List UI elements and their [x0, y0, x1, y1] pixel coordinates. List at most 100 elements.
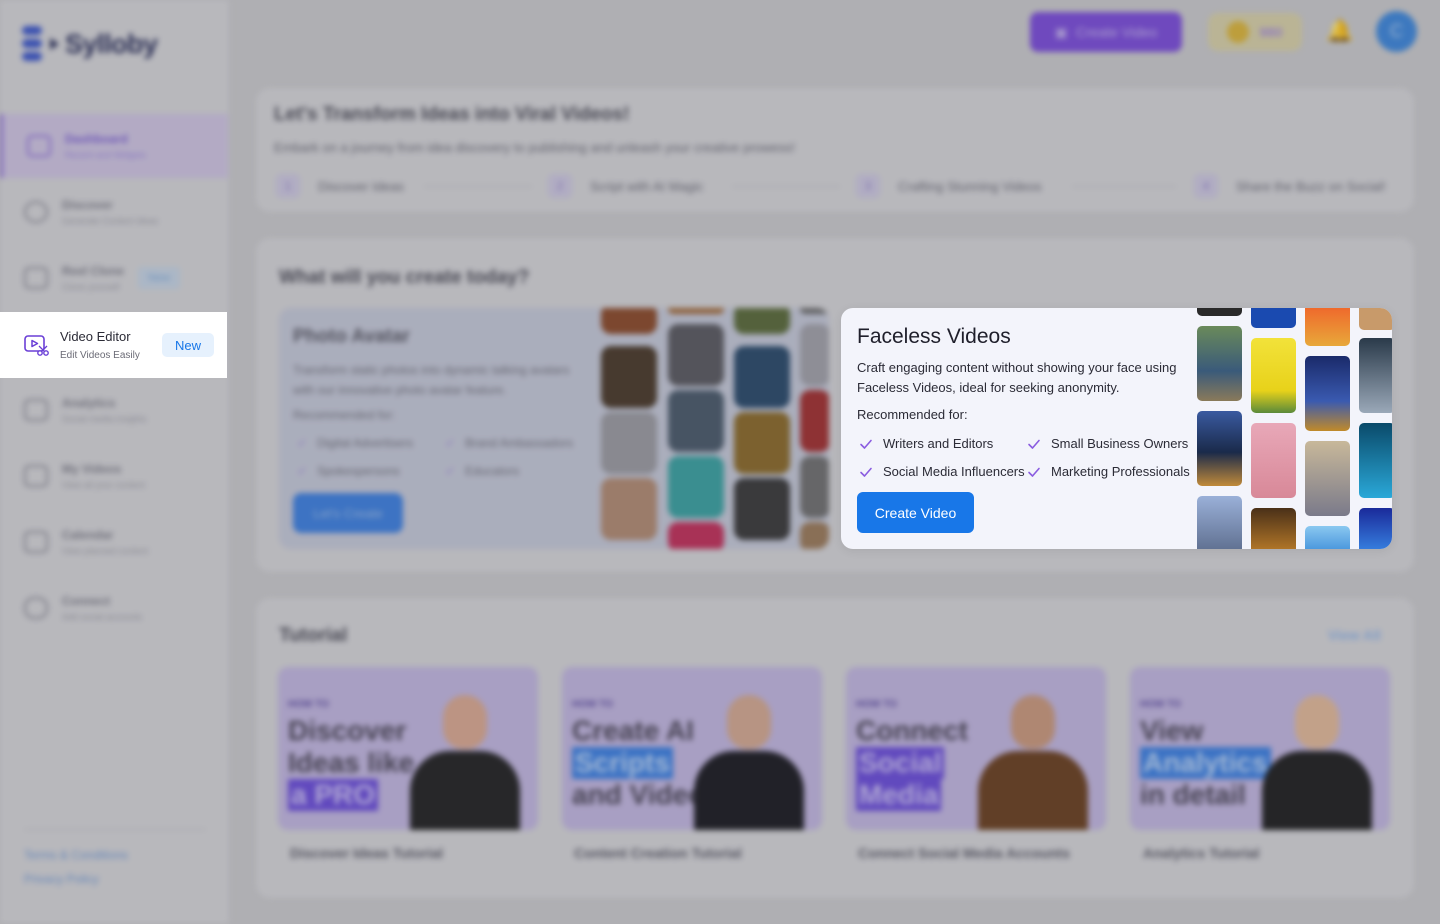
- step-1: 1 Discover Ideas: [276, 174, 404, 198]
- presenter-image: [694, 695, 804, 830]
- photo-avatar-rec-item: Digital Advertisers: [297, 436, 413, 450]
- coin-balance[interactable]: 980: [1208, 13, 1302, 51]
- tutorial-headline: a PRO: [288, 779, 379, 811]
- faceless-rec-item-label: Small Business Owners: [1051, 436, 1189, 451]
- sample-video-thumbnail: [1197, 411, 1242, 486]
- calendar-icon: [24, 531, 48, 553]
- tutorial-headline: Create AI: [572, 715, 694, 746]
- avatar-photo: [800, 456, 829, 518]
- sample-video-thumbnail: [1197, 496, 1242, 549]
- sidebar-item-reel-clone[interactable]: Reel Clone Clone yourself New: [0, 246, 228, 310]
- step-connector: [1072, 186, 1176, 187]
- tutorial-headline: View: [1140, 715, 1204, 746]
- new-badge: New: [138, 267, 181, 289]
- avatar-photo: [601, 478, 657, 540]
- step-label: Script with AI Magic: [590, 178, 704, 194]
- sidebar-item-title: My Videos: [62, 462, 122, 476]
- play-icon: [50, 38, 59, 50]
- avatar-photo: [734, 308, 790, 334]
- sample-video-thumbnail: [1305, 526, 1350, 549]
- faceless-rec-item: Writers and Editors: [859, 436, 993, 451]
- step-number: 4: [1194, 174, 1218, 198]
- logo: Sylloby: [22, 24, 158, 64]
- sidebar-item-subtitle: View planned content: [62, 546, 148, 556]
- avatar-photo: [800, 390, 829, 452]
- sidebar-item-video-editor[interactable]: Video Editor Edit Videos Easily New: [0, 312, 227, 378]
- avatar[interactable]: C: [1376, 11, 1417, 52]
- step-label: Crafting Stunning Videos: [898, 178, 1042, 194]
- tutorial-howto: HOW TO: [856, 699, 897, 710]
- sidebar-item-dashboard[interactable]: Dashboard Recent and Widgets: [0, 114, 228, 178]
- sidebar-item-subtitle: View all your content: [62, 480, 145, 490]
- check-icon: [860, 467, 872, 477]
- sample-video-thumbnail: [1197, 308, 1242, 316]
- tutorial-caption: Content Creation Tutorial: [574, 845, 742, 861]
- step-label: Share the Buzz on Social!: [1236, 178, 1386, 194]
- view-all-link[interactable]: View All: [1328, 627, 1381, 643]
- presenter-image: [978, 695, 1088, 830]
- check-icon: [1028, 467, 1040, 477]
- tutorial-card[interactable]: HOW TO Discover Ideas like a PRO: [278, 667, 538, 830]
- privacy-link[interactable]: Privacy Policy: [24, 872, 99, 886]
- photo-avatar-title: Photo Avatar: [293, 326, 410, 347]
- sidebar-item-subtitle: Recent and Widgets: [65, 150, 147, 160]
- sidebar-item-title: Analytics: [62, 396, 116, 410]
- sidebar: Sylloby Dashboard Recent and Widgets Dis…: [0, 0, 230, 924]
- tutorial-card[interactable]: HOW TO Connect Social Media: [846, 667, 1106, 830]
- video-plus-icon: ▣: [1054, 23, 1068, 40]
- videos-icon: [24, 465, 48, 487]
- faceless-rec-item-label: Marketing Professionals: [1051, 464, 1190, 479]
- sample-video-thumbnail: [1305, 308, 1350, 346]
- photo-avatar-rec-label: Recommended for:: [293, 408, 396, 422]
- sidebar-item-title: Connect: [62, 594, 110, 608]
- sidebar-item-title: Discover: [62, 198, 113, 212]
- sidebar-item-calendar[interactable]: Calendar View planned content: [0, 510, 228, 574]
- avatar-photo: [800, 522, 829, 549]
- sidebar-item-connect[interactable]: Connect Add social accounts: [0, 576, 228, 640]
- logo-mark-icon: [22, 24, 44, 64]
- tutorial-headline: in detail: [1140, 779, 1246, 810]
- sidebar-item-subtitle: Edit Videos Easily: [60, 350, 140, 361]
- sample-video-thumbnail: [1305, 441, 1350, 516]
- step-number: 2: [548, 174, 572, 198]
- search-icon: [24, 201, 48, 223]
- tutorial-caption: Discover Ideas Tutorial: [290, 845, 444, 861]
- faceless-rec-label: Recommended for:: [857, 407, 968, 422]
- sidebar-item-analytics[interactable]: Analytics Social media insights: [0, 378, 228, 442]
- sidebar-divider: [24, 829, 206, 830]
- sidebar-item-subtitle: Add social accounts: [62, 612, 143, 622]
- create-video-button[interactable]: ▣ Create Video: [1030, 12, 1182, 52]
- avatar-photo: [800, 308, 829, 314]
- create-video-label: Create Video: [1075, 24, 1158, 40]
- clone-icon: [24, 267, 48, 289]
- sample-video-thumbnail: [1305, 356, 1350, 431]
- tutorial-card[interactable]: HOW TO View Analytics in detail: [1130, 667, 1390, 830]
- create-video-card-button[interactable]: Create Video: [857, 492, 974, 533]
- video-edit-icon: [24, 335, 49, 356]
- tutorial-headline: Social: [856, 747, 945, 779]
- bell-icon[interactable]: 🔔: [1326, 18, 1353, 44]
- brand-name: Sylloby: [65, 28, 158, 59]
- faceless-videos-description: Craft engaging content without showing y…: [857, 360, 1177, 395]
- sample-video-thumbnail: [1251, 508, 1296, 549]
- tutorial-caption: Connect Social Media Accounts: [858, 845, 1070, 861]
- terms-link[interactable]: Terms & Conditions: [24, 848, 128, 862]
- sidebar-item-my-videos[interactable]: My Videos View all your content: [0, 444, 228, 508]
- new-badge: New: [162, 333, 214, 357]
- tutorial-card[interactable]: HOW TO Create AI Scripts and Videos: [562, 667, 822, 830]
- sidebar-item-discover[interactable]: Discover Generate Content Ideas: [0, 180, 228, 244]
- tutorial-howto: HOW TO: [288, 699, 329, 710]
- faceless-rec-item: Small Business Owners: [1027, 436, 1188, 451]
- hero-title: Let's Transform Ideas into Viral Videos!: [274, 104, 630, 125]
- faceless-rec-item: Social Media Influencers: [859, 464, 1025, 479]
- faceless-videos-card[interactable]: Faceless Videos Craft engaging content w…: [841, 308, 1392, 549]
- photo-avatar-card[interactable]: Photo Avatar Transform static photos int…: [279, 308, 829, 549]
- sidebar-item-title: Video Editor: [60, 329, 131, 344]
- photo-avatar-description: Transform static photos into dynamic tal…: [293, 363, 570, 397]
- avatar-photo: [601, 308, 657, 334]
- sample-video-thumbnail: [1251, 338, 1296, 413]
- lets-create-button[interactable]: Let's Create: [293, 493, 403, 533]
- sample-video-thumbnail: [1197, 326, 1242, 401]
- step-number: 1: [276, 174, 300, 198]
- step-2: 2 Script with AI Magic: [548, 174, 703, 198]
